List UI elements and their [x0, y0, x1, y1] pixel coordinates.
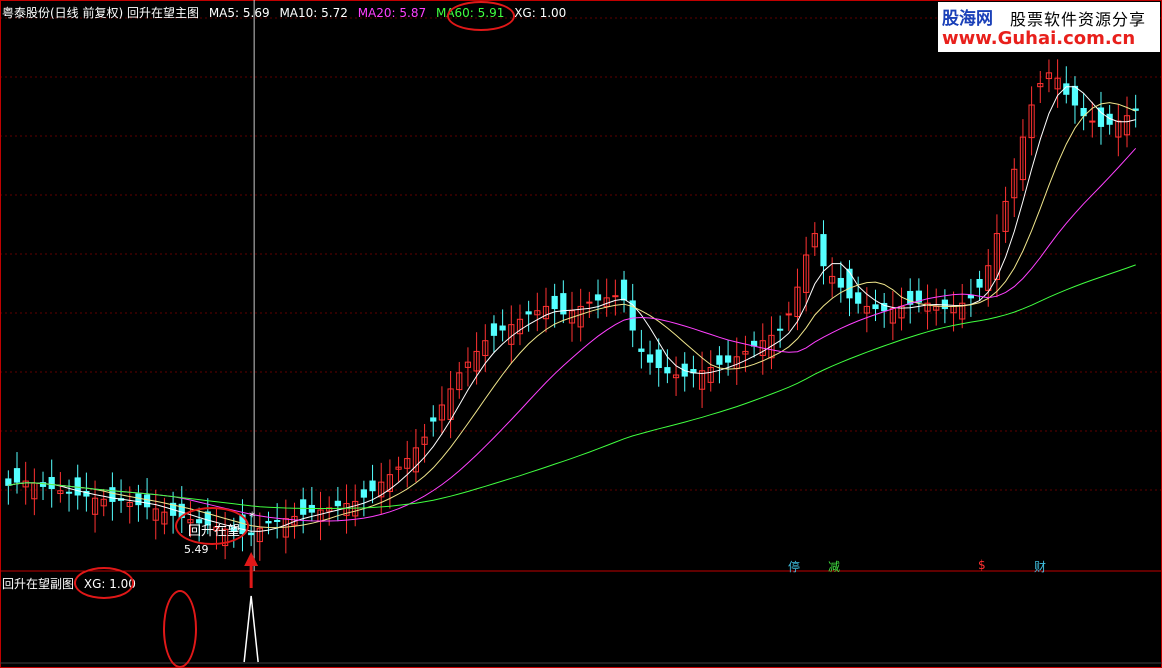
candle-body	[48, 477, 55, 490]
candle-body	[785, 313, 792, 316]
candle-body	[360, 489, 367, 498]
candle-body	[837, 277, 844, 288]
xg-spike	[243, 595, 259, 663]
kline-chart[interactable]: *	[0, 0, 1162, 668]
candle-body	[1089, 120, 1096, 123]
candle-body	[594, 294, 602, 301]
event-marker-dividend[interactable]: $	[978, 558, 986, 572]
candle-body	[846, 268, 853, 299]
low-price-label: 5.49	[184, 543, 209, 556]
candle-body	[820, 234, 827, 267]
legend-ma10: MA10: 5.72	[279, 6, 348, 20]
candle-body	[499, 325, 506, 331]
candle-body	[612, 295, 619, 298]
candle-body	[586, 301, 593, 304]
watermark-logo: 股海网 股票软件资源分享 www.Guhai.com.cn	[938, 2, 1160, 52]
candle-body	[620, 279, 628, 301]
highlight-ring-spike	[163, 590, 197, 668]
event-marker-reduce[interactable]: 减	[828, 558, 840, 575]
arrow-head	[244, 552, 259, 566]
candle-body	[13, 468, 21, 483]
candle-body	[855, 292, 862, 304]
candle-body	[907, 290, 914, 305]
candle-body	[274, 519, 281, 522]
candle-body	[777, 328, 784, 331]
candle-body	[135, 493, 142, 506]
candle-body	[967, 294, 975, 299]
watermark-url: www.Guhai.com.cn	[942, 28, 1136, 49]
highlight-ring-xg-sub	[74, 567, 134, 599]
candle-body	[646, 354, 654, 363]
event-marker-stop[interactable]: 停	[788, 558, 800, 575]
candle-body	[551, 295, 558, 310]
candle-body	[724, 355, 732, 363]
legend-xg: XG: 1.00	[514, 6, 567, 20]
candle-body	[1071, 85, 1079, 106]
candle-body	[265, 520, 272, 524]
legend-ma20: MA20: 5.87	[357, 6, 427, 20]
legend-ma5: MA5: 5.69	[208, 6, 270, 20]
candle-body	[664, 367, 671, 374]
candle-body	[638, 348, 645, 352]
highlight-ring-signal	[175, 507, 249, 545]
candle-body	[74, 477, 81, 496]
candle-body	[5, 478, 12, 486]
candle-body	[655, 349, 662, 368]
candle-body	[490, 323, 498, 336]
watermark-slogan: 股票软件资源分享	[1010, 10, 1147, 29]
signal-star: *	[249, 510, 255, 524]
candle-body	[143, 494, 151, 508]
candle-body	[430, 417, 437, 422]
candle-body	[109, 487, 116, 502]
event-marker-finance[interactable]: 财	[1034, 558, 1046, 575]
candle-body	[248, 532, 255, 536]
sub-chart-title: 回升在望副图	[2, 577, 75, 591]
candle-body	[716, 355, 723, 365]
candle-body	[334, 500, 341, 507]
watermark-brand: 股海网	[942, 9, 993, 29]
candle-body	[525, 311, 532, 315]
candle-body	[300, 499, 307, 515]
candle-body	[369, 480, 376, 492]
candle-body	[872, 304, 879, 310]
stock-title: 粤泰股份(日线 前复权) 回升在望主图	[2, 6, 199, 20]
highlight-ring-xg-main	[447, 1, 515, 31]
candle-body	[65, 491, 73, 494]
candle-body	[976, 279, 983, 288]
